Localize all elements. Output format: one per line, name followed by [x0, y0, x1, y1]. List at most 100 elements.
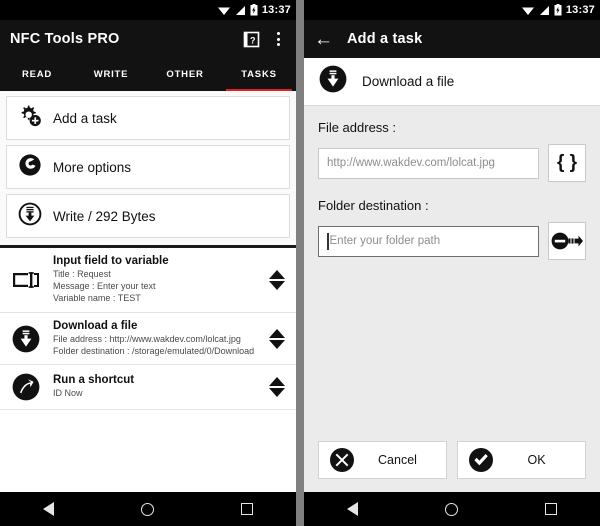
task-detail: Title : Request [53, 269, 111, 279]
braces-icon: { } [556, 152, 578, 173]
folder-destination-label: Folder destination : [318, 198, 429, 213]
write-button[interactable]: Write / 292 Bytes [6, 194, 290, 238]
signal-icon [539, 5, 549, 15]
add-task-label: Add a task [53, 110, 117, 126]
cancel-button[interactable]: Cancel [318, 441, 447, 479]
nav-recents-icon[interactable] [240, 503, 253, 515]
help-book-icon[interactable]: ? [241, 29, 261, 49]
wifi-icon [217, 7, 230, 15]
task-text: Run a shortcut ID Now [53, 374, 256, 400]
move-up-icon[interactable] [269, 328, 285, 338]
task-type-header: Download a file [304, 58, 600, 106]
reorder-handle[interactable] [266, 377, 288, 398]
confirm-check-icon [469, 448, 493, 472]
cancel-x-icon [330, 448, 354, 472]
move-down-icon[interactable] [269, 280, 285, 290]
left-phone-screen: 13:37 NFC Tools PRO ? READ WRITE OTHER T… [0, 0, 296, 526]
task-row[interactable]: Input field to variable Title : Request … [0, 248, 296, 313]
write-label: Write / 292 Bytes [53, 208, 156, 224]
ok-button[interactable]: OK [457, 441, 586, 479]
reorder-handle[interactable] [266, 328, 288, 349]
dialog-buttons: Cancel OK [318, 441, 586, 492]
text-caret [327, 232, 329, 250]
variables-button[interactable]: { } [548, 144, 586, 182]
app-title: NFC Tools PRO [10, 31, 120, 47]
download-circle-icon [9, 324, 43, 354]
tab-other[interactable]: OTHER [148, 58, 222, 91]
file-address-label: File address : [318, 120, 397, 135]
form-spacer [318, 276, 586, 441]
task-title: Input field to variable [53, 255, 169, 267]
task-title: Run a shortcut [53, 374, 135, 387]
nav-bar-left [0, 492, 296, 526]
nav-recents-icon[interactable] [544, 503, 557, 515]
tab-read-label: READ [21, 69, 53, 80]
file-address-placeholder: http://www.wakdev.com/lolcat.jpg [327, 157, 495, 169]
add-task-button[interactable]: Add a task [6, 96, 290, 140]
signal-icon [235, 5, 245, 15]
shortcut-arrow-icon [9, 372, 43, 402]
page-title: Add a task [347, 31, 423, 47]
tab-other-label: OTHER [166, 69, 204, 80]
status-bar-clock: 13:37 [565, 4, 595, 16]
nav-back-icon[interactable] [347, 502, 359, 516]
task-detail: File address : http://www.wakdev.com/lol… [53, 333, 241, 344]
write-download-icon [18, 202, 42, 231]
battery-icon [250, 4, 258, 16]
status-bar-right: 13:37 [304, 0, 600, 20]
browse-folder-button[interactable] [548, 222, 586, 260]
panel-divider [296, 0, 304, 526]
battery-icon [554, 4, 562, 16]
folder-destination-placeholder: Enter your folder path [329, 235, 441, 247]
tab-tasks-label: TASKS [241, 69, 277, 80]
move-up-icon[interactable] [269, 269, 285, 279]
move-down-icon[interactable] [269, 339, 285, 349]
svg-text:?: ? [250, 35, 256, 45]
wrench-circle-icon [18, 153, 42, 182]
task-list: Input field to variable Title : Request … [0, 248, 296, 492]
tab-write-label: WRITE [93, 69, 129, 80]
task-title: Download a file [53, 319, 138, 332]
tab-bar: READ WRITE OTHER TASKS [0, 58, 296, 91]
kebab-menu-icon[interactable] [271, 28, 286, 50]
reorder-handle[interactable] [266, 269, 288, 290]
back-arrow-icon[interactable]: ← [314, 30, 337, 49]
task-detail: Variable name : TEST [53, 292, 141, 303]
task-type-label: Download a file [362, 74, 455, 89]
left-content: Add a task More options Write / 292 Byte… [0, 91, 296, 492]
tab-read[interactable]: READ [0, 58, 74, 91]
move-up-icon[interactable] [269, 377, 285, 387]
nav-bar-right [304, 492, 600, 526]
folder-arrow-icon [551, 232, 583, 250]
right-phone-screen: 13:37 ← Add a task Download a file File … [304, 0, 600, 526]
more-options-button[interactable]: More options [6, 145, 290, 189]
folder-destination-input[interactable]: Enter your folder path [318, 225, 539, 257]
wifi-icon [521, 7, 534, 15]
task-form: File address : http://www.wakdev.com/lol… [304, 106, 600, 492]
file-address-row: http://www.wakdev.com/lolcat.jpg { } [318, 144, 586, 182]
tab-write[interactable]: WRITE [74, 58, 148, 91]
task-row[interactable]: Download a file File address : http://ww… [0, 312, 296, 366]
nav-home-icon[interactable] [140, 502, 154, 516]
task-row[interactable]: Run a shortcut ID Now [0, 365, 296, 411]
download-circle-icon [318, 64, 348, 99]
nav-home-icon[interactable] [444, 502, 458, 516]
status-bar-clock: 13:37 [261, 4, 291, 16]
folder-destination-row: Enter your folder path [318, 222, 586, 260]
input-field-icon [9, 269, 43, 291]
move-down-icon[interactable] [269, 388, 285, 398]
ok-label: OK [527, 453, 546, 467]
task-detail: Folder destination : /storage/emulated/0… [53, 345, 255, 356]
nav-back-icon[interactable] [43, 502, 55, 516]
status-bar-left: 13:37 [0, 0, 296, 20]
gear-plus-icon [18, 104, 42, 133]
file-address-input[interactable]: http://www.wakdev.com/lolcat.jpg [318, 147, 539, 179]
tab-tasks[interactable]: TASKS [222, 58, 296, 91]
task-text: Input field to variable Title : Request … [53, 255, 256, 305]
more-options-label: More options [53, 159, 132, 175]
task-detail: Message : Enter your text [53, 280, 156, 291]
dual-screenshot: 13:37 NFC Tools PRO ? READ WRITE OTHER T… [0, 0, 600, 526]
task-text: Download a file File address : http://ww… [53, 320, 256, 358]
app-bar-left: NFC Tools PRO ? [0, 20, 296, 58]
cancel-label: Cancel [378, 453, 417, 467]
